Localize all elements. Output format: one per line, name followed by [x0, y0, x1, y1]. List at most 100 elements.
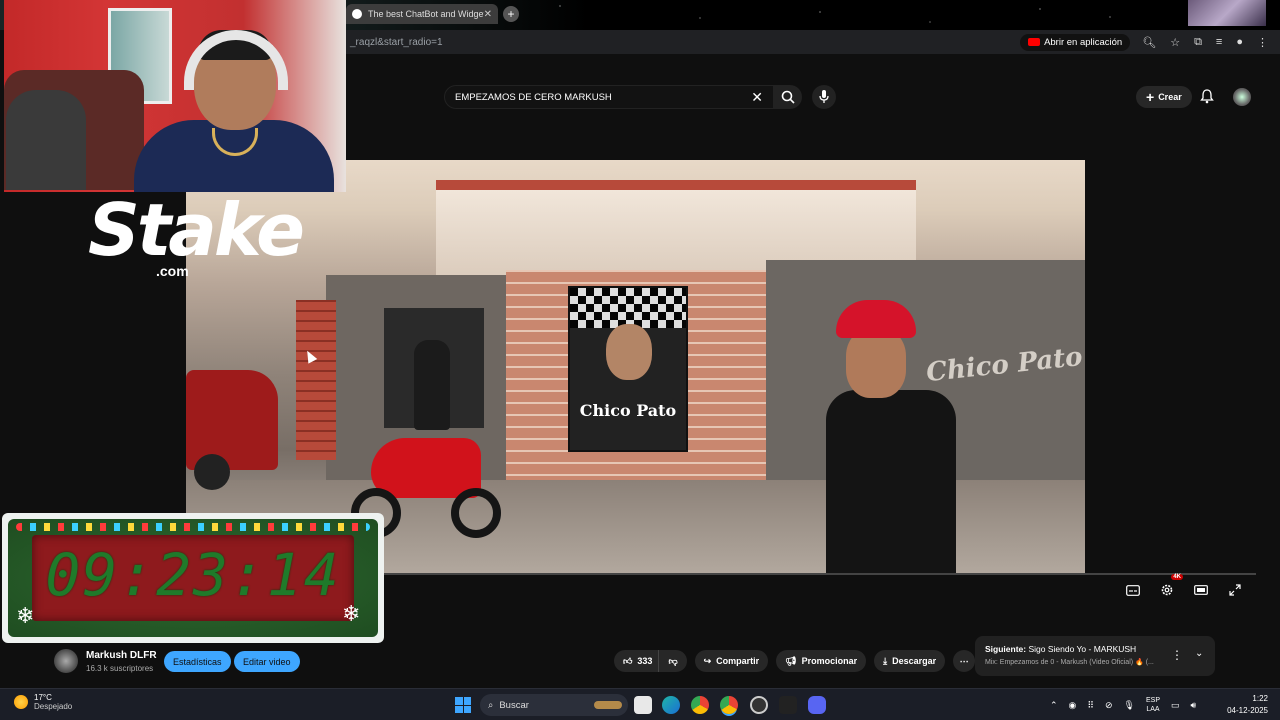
windows-start-icon[interactable]: [455, 697, 471, 713]
tab-favicon-icon: [352, 9, 362, 19]
taskbar-search[interactable]: ⌕ Buscar: [480, 694, 628, 716]
megaphone-icon: 📢︎: [785, 655, 797, 666]
search-highlight-icon: [594, 701, 622, 709]
tray-grid-icon[interactable]: ⠿: [1087, 700, 1094, 711]
search-input[interactable]: EMPEZAMOS DE CERO MARKUSH ✕: [444, 85, 774, 109]
poster-text: Chico Pato: [579, 401, 677, 420]
video-player[interactable]: Chico Pato Chico Pato: [186, 160, 1085, 574]
language-indicator[interactable]: ESP LAA: [1146, 696, 1160, 714]
tray-microphone-icon[interactable]: 🎙︎: [1124, 700, 1135, 711]
taskbar-search-placeholder: Buscar: [499, 699, 529, 711]
promote-button[interactable]: 📢︎ Promocionar: [776, 650, 867, 672]
theater-mode-icon: [1194, 585, 1208, 595]
streamer-webcam-overlay: [4, 0, 346, 192]
bookmark-star-icon[interactable]: ☆: [1170, 36, 1180, 49]
epic-games-icon[interactable]: [779, 696, 797, 714]
thumbs-down-icon: 👎︎: [668, 655, 678, 666]
tray-app-icon[interactable]: ◉: [1069, 700, 1077, 711]
like-button[interactable]: 👍︎ 333: [614, 650, 659, 672]
open-in-app-label: Abrir en aplicación: [1044, 36, 1123, 48]
man-red-cap: [836, 300, 916, 338]
task-view-icon[interactable]: [634, 696, 652, 714]
browser-menu-icon[interactable]: ⋮: [1257, 36, 1268, 49]
settings-button[interactable]: 4K: [1159, 574, 1183, 598]
url-text[interactable]: _raqzl&start_radio=1: [346, 37, 1020, 48]
zoom-icon[interactable]: 🔍︎: [1142, 36, 1156, 49]
subtitles-button[interactable]: [1125, 582, 1141, 598]
speaker-icon[interactable]: 🔊︎: [1191, 700, 1197, 711]
stats-button[interactable]: Estadísticas: [164, 651, 231, 672]
channel-subscribers: 16.3 k suscriptores: [86, 664, 154, 673]
player-controls: 4K: [1125, 574, 1243, 598]
motorcycle-wheel-front: [451, 488, 501, 538]
weather-temp: 17°C: [34, 693, 52, 702]
media-controls-icon[interactable]: ≡: [1216, 36, 1222, 49]
timer-christmas-lights: [16, 523, 370, 531]
fullscreen-exit-button[interactable]: [1227, 582, 1243, 598]
video-actions: 👍︎ 333 👎︎ ↪ Compartir 📢︎ Promocionar ⤓ D…: [614, 650, 976, 672]
windows-taskbar: 17°C Despejado ⌕ Buscar ⌃ ◉ ⠿ ⊘ 🎙︎ ESP L…: [0, 688, 1280, 720]
next-label: Siguiente:: [985, 644, 1027, 654]
chevron-down-icon[interactable]: ⌄: [1195, 648, 1203, 659]
snowflake-icon: ❄: [16, 603, 35, 628]
microphone-icon: [819, 90, 829, 103]
account-avatar[interactable]: [1233, 88, 1251, 106]
weather-widget[interactable]: 17°C Despejado: [14, 693, 72, 711]
share-button[interactable]: ↪ Compartir: [694, 650, 769, 672]
weather-condition: Despejado: [34, 702, 73, 711]
webcam-person-on-sofa: [6, 90, 86, 190]
thumbs-up-icon: 👍︎: [623, 655, 633, 666]
create-button[interactable]: + Crear: [1136, 86, 1192, 108]
new-tab-button[interactable]: +: [503, 6, 519, 22]
motorcycle-body: [371, 438, 481, 498]
obs-studio-icon[interactable]: [750, 696, 768, 714]
taskbar-clock[interactable]: 1:22 04-12-2025: [1227, 693, 1268, 717]
address-bar[interactable]: _raqzl&start_radio=1 Abrir en aplicación…: [346, 30, 1280, 54]
browser-tab[interactable]: The best ChatBot and Widgets ✕: [346, 4, 498, 24]
theater-mode-button[interactable]: [1193, 582, 1209, 598]
next-video-card[interactable]: Siguiente: Sigo Siendo Yo - MARKUSH Mix:…: [975, 636, 1215, 676]
extensions-icon[interactable]: ⧉: [1194, 36, 1202, 49]
browser-toolbar-icons: 🔍︎ ☆ ⧉ ≡ ● ⋮: [1142, 36, 1268, 49]
snowflake-icon: ❄: [342, 601, 361, 626]
checkered-flag-pattern: [570, 288, 686, 328]
discord-icon[interactable]: [808, 696, 826, 714]
edit-video-button[interactable]: Editar video: [234, 651, 300, 672]
next-mix-line: Mix: Empezamos de 0 - Markush (Video Ofi…: [985, 659, 1154, 666]
screen: The best ChatBot and Widgets ✕ + _raqzl&…: [0, 0, 1280, 720]
close-tab-icon[interactable]: ✕: [484, 9, 492, 20]
search-icon: [781, 90, 795, 104]
youtube-logo-icon: [1028, 38, 1041, 46]
channel-name[interactable]: Markush DLFR: [86, 650, 157, 661]
quality-4k-badge: 4K: [1171, 574, 1183, 580]
gear-icon: [1161, 584, 1173, 596]
profile-icon[interactable]: ●: [1236, 36, 1243, 49]
more-horizontal-icon: ⋯: [959, 655, 969, 666]
search-button[interactable]: [774, 85, 802, 109]
voice-search-button[interactable]: [812, 85, 836, 109]
clear-search-icon[interactable]: ✕: [751, 89, 763, 106]
tray-chevron-up-icon[interactable]: ⌃: [1050, 700, 1058, 711]
download-button[interactable]: ⤓ Descargar: [874, 650, 946, 672]
dislike-button[interactable]: 👎︎: [658, 650, 687, 672]
display-icon[interactable]: ▭: [1171, 700, 1180, 711]
edge-browser-icon[interactable]: [662, 696, 680, 714]
lang-bottom: LAA: [1146, 706, 1160, 713]
countdown-timer-overlay: 09:23:14 ❄ ❄: [2, 513, 384, 643]
video-man-red-cap: [806, 300, 956, 574]
channel-avatar[interactable]: [54, 649, 78, 673]
more-actions-button[interactable]: ⋯: [953, 650, 976, 672]
open-in-app-button[interactable]: Abrir en aplicación: [1020, 33, 1131, 51]
promote-label: Promocionar: [801, 656, 858, 666]
youtube-header: EMPEZAMOS DE CERO MARKUSH ✕ + Crear: [346, 80, 1280, 114]
streamer-headset: [184, 30, 288, 90]
clock-time: 1:22: [1252, 694, 1268, 703]
stake-logo: Stake: [88, 188, 305, 272]
video-red-truck: [186, 370, 278, 490]
chrome-icon[interactable]: [691, 696, 709, 714]
tray-network-off-icon[interactable]: ⊘: [1105, 700, 1113, 711]
chrome-active-icon[interactable]: [720, 696, 738, 714]
next-more-icon[interactable]: ⋮: [1171, 648, 1183, 662]
notifications-bell-icon[interactable]: [1200, 89, 1214, 104]
system-tray: ⌃ ◉ ⠿ ⊘ 🎙︎ ESP LAA ▭ 🔊︎: [1050, 689, 1196, 720]
